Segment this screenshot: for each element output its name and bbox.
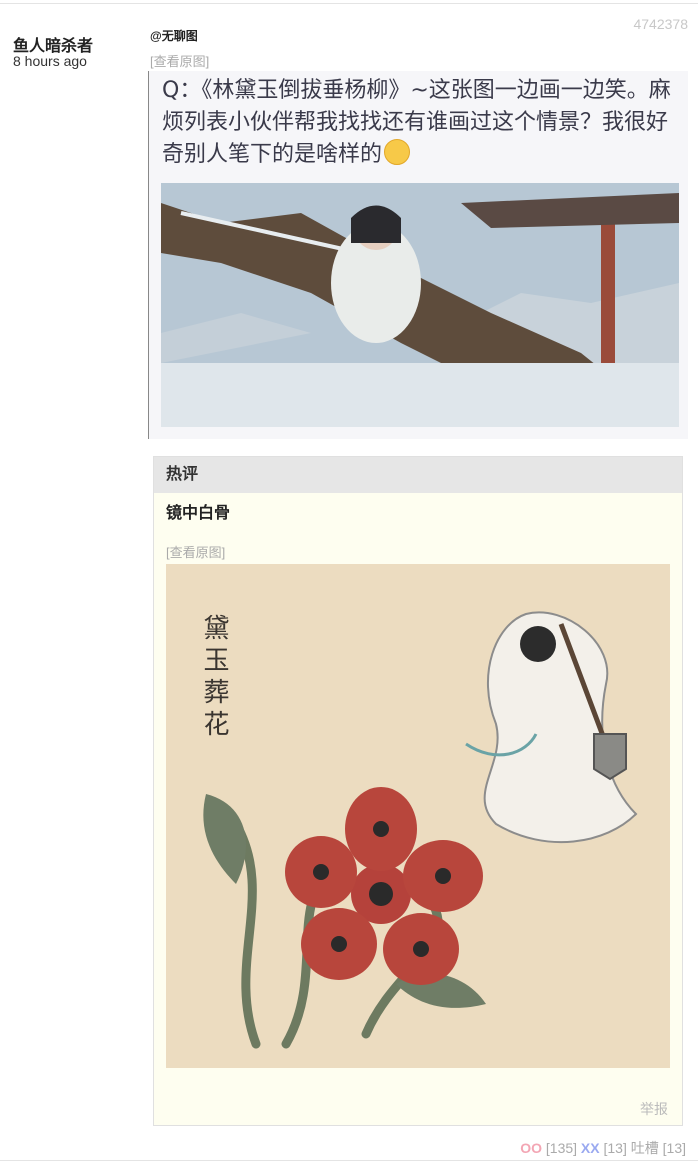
post-image-question: Q：《林黛玉倒拔垂杨柳》~这张图一边画一边笑。麻烦列表小伙伴帮我找找还有谁画过这… <box>162 78 671 167</box>
post-image[interactable]: Q：《林黛玉倒拔垂杨柳》~这张图一边画一边笑。麻烦列表小伙伴帮我找找还有谁画过这… <box>148 71 688 439</box>
oo-count: [135] <box>545 1140 578 1156</box>
post-time: 8 hours ago <box>13 53 87 69</box>
painting-illustration <box>161 183 679 427</box>
painting-illustration: 黛玉葬花 <box>166 564 670 1068</box>
hot-comment-user[interactable]: 镜中白骨 <box>166 499 230 523</box>
hot-comment-heading: 热评 <box>154 457 682 493</box>
oo-button[interactable]: OO <box>520 1140 542 1156</box>
hot-comment-image[interactable]: 黛玉葬花 <box>166 564 670 1068</box>
post-image-painting <box>161 183 679 427</box>
top-divider <box>0 3 698 4</box>
vote-bar: OO [135] XX [13] 吐槽 [13] <box>520 1138 686 1158</box>
blushing-face-icon <box>384 139 411 165</box>
post-id[interactable]: 4742378 <box>633 16 688 32</box>
mention-link[interactable]: @无聊图 <box>150 27 198 44</box>
xx-button[interactable]: XX <box>581 1140 600 1156</box>
calligraphy-text: 黛玉葬花 <box>199 614 229 742</box>
tucao-link[interactable]: 吐槽 [13] <box>631 1140 686 1156</box>
xx-count: [13] <box>603 1140 627 1156</box>
view-original-link[interactable]: [查看原图] <box>166 542 225 561</box>
hot-comment-box: 热评 镜中白骨 [查看原图] 黛玉葬花 举报 <box>153 456 683 1126</box>
bottom-divider <box>0 1160 698 1161</box>
view-original-link[interactable]: [查看原图] <box>150 51 209 70</box>
report-link[interactable]: 举报 <box>640 1099 668 1119</box>
